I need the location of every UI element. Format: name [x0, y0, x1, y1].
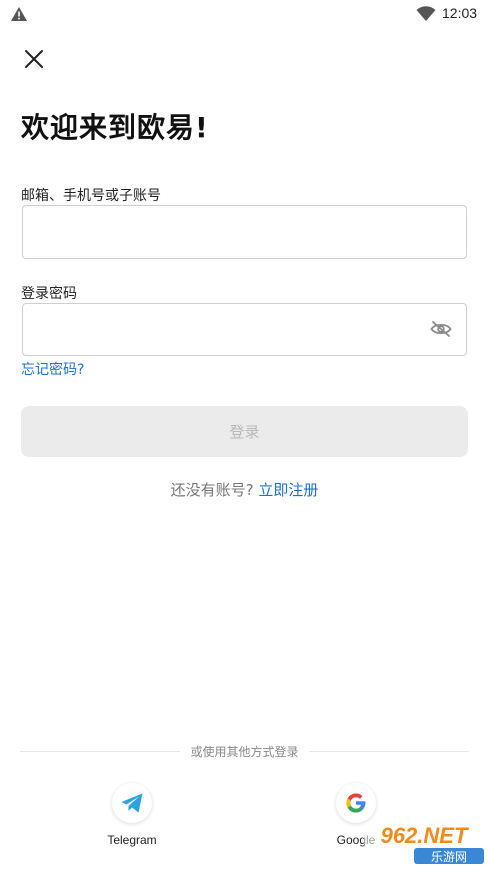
signup-row: 还没有账号? 立即注册 — [0, 479, 489, 500]
status-time: 12:03 — [442, 5, 478, 21]
email-field[interactable] — [22, 205, 467, 259]
status-bar: 12:03 — [0, 0, 489, 28]
telegram-label: Telegram — [107, 833, 157, 847]
other-login-divider-text: 或使用其他方式登录 — [190, 745, 299, 759]
watermark-logo: 962.NET 乐游网 — [364, 822, 484, 864]
google-icon — [346, 793, 366, 813]
email-label: 邮箱、手机号或子账号 — [21, 188, 161, 204]
wifi-icon — [416, 6, 436, 21]
password-field[interactable] — [22, 303, 467, 356]
warning-icon — [11, 7, 27, 21]
password-label: 登录密码 — [21, 286, 77, 302]
watermark-text: 962.NET — [381, 823, 469, 848]
login-button[interactable]: 登录 — [21, 406, 468, 457]
telegram-icon-circle — [112, 783, 152, 823]
signup-link[interactable]: 立即注册 — [258, 481, 318, 499]
telegram-login-button[interactable]: Telegram — [92, 783, 172, 847]
forgot-password-link[interactable]: 忘记密码? — [21, 359, 84, 379]
watermark-sub: 乐游网 — [431, 850, 467, 864]
page-title: 欢迎来到欧易! — [21, 111, 209, 144]
signup-question: 还没有账号? — [170, 481, 254, 499]
eye-off-icon[interactable] — [430, 320, 452, 338]
close-icon[interactable] — [22, 47, 46, 71]
telegram-icon — [121, 793, 143, 813]
google-icon-circle — [336, 783, 376, 823]
